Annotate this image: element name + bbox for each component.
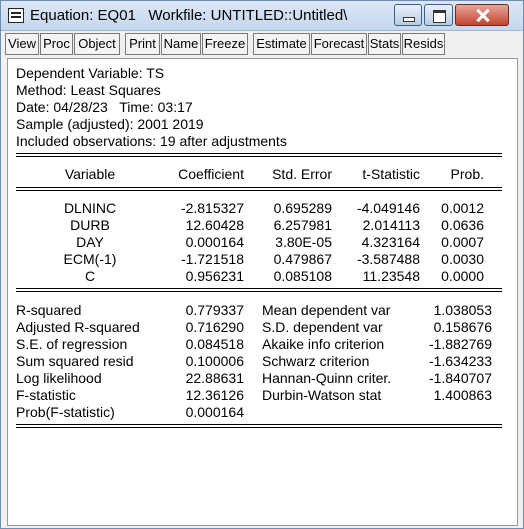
proc-button[interactable]: Proc [40,33,73,55]
variable-name: DLNINC [63,200,117,216]
freeze-button[interactable]: Freeze [202,33,248,55]
variable-name: DAY [76,234,104,250]
forecast-button[interactable]: Forecast [311,33,367,55]
maximize-button[interactable] [424,4,453,26]
view-button[interactable]: View [5,33,39,55]
stat-value: 0.779337 [185,302,244,318]
coefficient-value: -2.815327 [180,200,244,216]
prob-value: 0.0030 [441,251,484,267]
stat-value: 0.000164 [185,404,244,420]
stat-value: -1.882769 [428,336,492,352]
window-title: Equation: EQ01 Workfile: UNTITLED::Untit… [30,7,348,24]
stat-label: R-squared [16,302,82,318]
stat-label: Prob(F-statistic) [16,404,115,420]
prob-value: 0.0012 [441,200,484,216]
stat-value: -1.840707 [428,370,492,386]
date-time-line: Date: 04/28/23 Time: 03:17 [16,99,193,115]
stat-label: Mean dependent var [262,302,391,318]
name-button[interactable]: Name [161,33,201,55]
divider [16,424,502,425]
stat-value: 12.36126 [185,387,244,403]
stat-value: 22.88631 [185,370,244,386]
std-error-value: 6.257981 [273,217,332,233]
stat-label: S.E. of regression [16,336,128,352]
divider [16,291,502,292]
sample-line: Sample (adjusted): 2001 2019 [16,116,204,132]
title-bar[interactable]: Equation: EQ01 Workfile: UNTITLED::Untit… [1,1,523,31]
stat-value: 1.400863 [433,387,492,403]
stat-value: 0.100006 [185,353,244,369]
stat-label: S.D. dependent var [262,319,383,335]
std-error-value: 0.085108 [273,268,332,284]
stats-button[interactable]: Stats [368,33,401,55]
prob-value: 0.0000 [441,268,484,284]
object-button[interactable]: Object [74,33,120,55]
stat-value: 0.716290 [185,319,244,335]
minimize-button[interactable] [394,4,422,26]
stat-label: Sum squared resid [16,353,134,369]
resids-button[interactable]: Resids [402,33,445,55]
stat-value: 0.158676 [433,319,492,335]
stat-label: Durbin-Watson stat [262,387,382,403]
stat-label: Log likelihood [16,370,102,386]
method-line: Method: Least Squares [16,82,161,98]
coefficient-value: -1.721518 [180,251,244,267]
estimate-button[interactable]: Estimate [253,33,310,55]
col-header-variable: Variable [64,166,116,182]
prob-value: 0.0636 [441,217,484,233]
close-button[interactable] [455,4,509,26]
divider [16,427,502,428]
output-panel[interactable]: Dependent Variable: TS Method: Least Squ… [7,58,518,526]
stat-label: Akaike info criterion [262,336,385,352]
stat-value: -1.634233 [428,353,492,369]
divider [16,153,502,154]
coefficient-value: 0.000164 [185,234,244,250]
divider [16,288,502,289]
stat-label: Adjusted R-squared [16,319,140,335]
divider [16,190,502,191]
divider [16,156,502,157]
col-header-prob: Prob. [450,166,484,182]
std-error-value: 0.695289 [273,200,332,216]
col-header-coefficient: Coefficient [178,166,244,182]
std-error-value: 3.80E-05 [275,234,332,250]
stat-label: Hannan-Quinn criter. [262,370,392,386]
std-error-value: 0.479867 [273,251,332,267]
variable-name: DURB [70,217,110,233]
observations-line: Included observations: 19 after adjustme… [16,133,287,149]
prob-value: 0.0007 [441,234,484,250]
stat-value: 0.084518 [185,336,244,352]
equation-window: Equation: EQ01 Workfile: UNTITLED::Untit… [0,0,524,529]
coefficient-value: 0.956231 [185,268,244,284]
variable-name: ECM(-1) [63,251,117,267]
stat-value: 1.038053 [433,302,492,318]
window-menu-icon[interactable] [8,8,24,23]
col-header-std-error: Std. Error [272,166,332,182]
stat-label: Schwarz criterion [262,353,370,369]
divider [16,187,502,188]
coefficient-value: 12.60428 [185,217,244,233]
stat-label: F-statistic [16,387,76,403]
variable-name: C [84,268,96,284]
print-button[interactable]: Print [125,33,160,55]
dependent-variable-line: Dependent Variable: TS [16,65,165,81]
